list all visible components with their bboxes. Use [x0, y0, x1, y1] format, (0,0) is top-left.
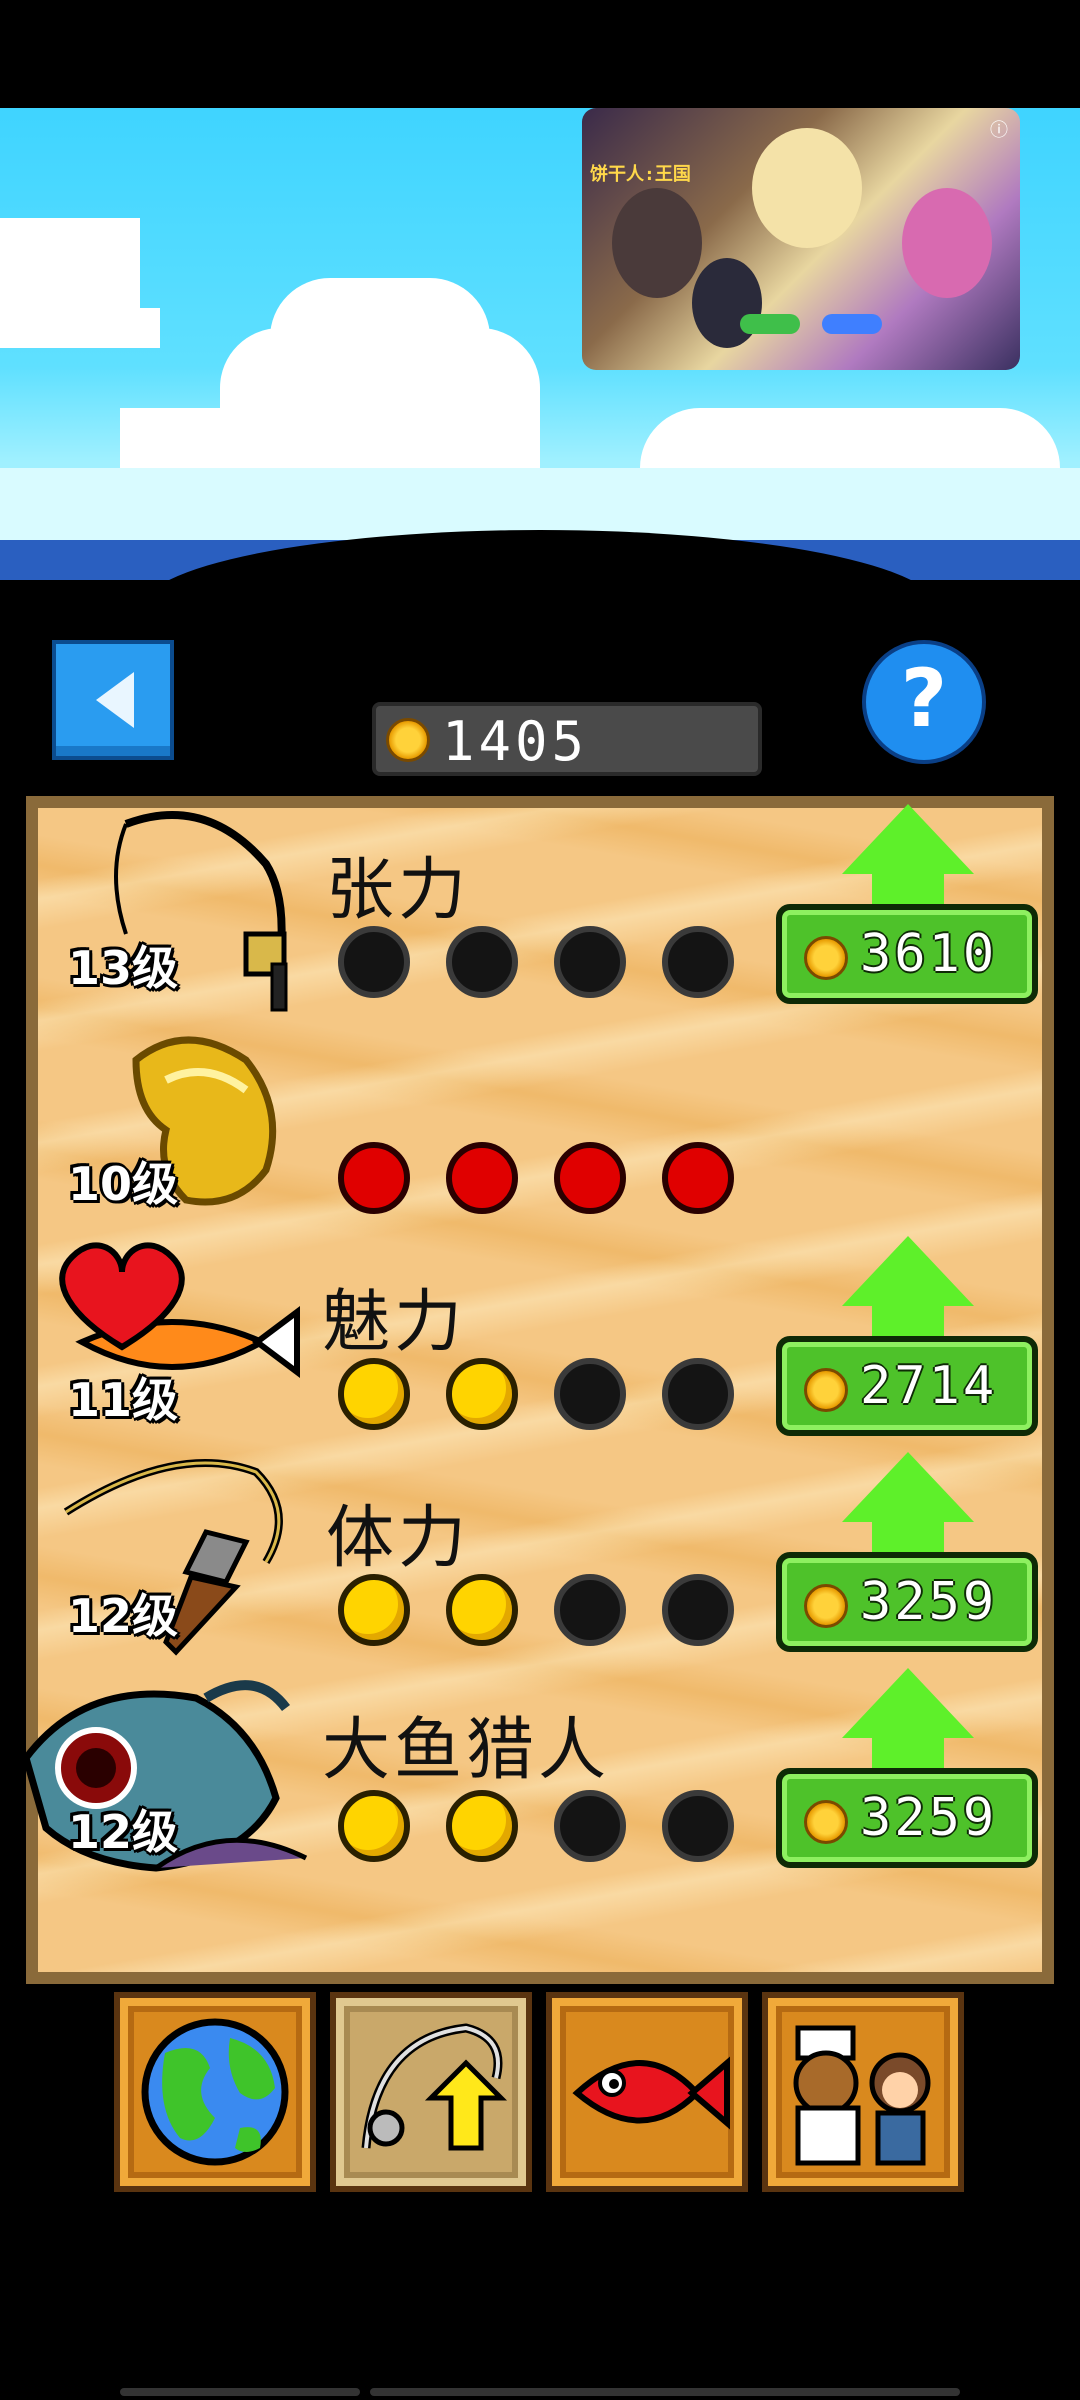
up-arrow-icon	[842, 1236, 974, 1306]
level-dot	[446, 1142, 518, 1214]
upgrade-row-big-fish-hunter: 12级 大鱼猎人 3259	[22, 1668, 1054, 1884]
red-fish-icon	[572, 2056, 730, 2130]
level-dot	[554, 1142, 626, 1214]
level-dot	[662, 1142, 734, 1214]
ad-button-left[interactable]	[740, 314, 800, 334]
question-icon: ?	[900, 652, 948, 745]
ad-title: 饼干人:王国	[590, 164, 691, 185]
coin-icon	[804, 1584, 848, 1628]
level-dot	[338, 1142, 410, 1214]
upgrade-button-tension[interactable]: 3610	[776, 804, 1038, 1014]
level-badge: 10级	[68, 1157, 179, 1211]
stat-label: 体力	[326, 1499, 471, 1578]
back-button[interactable]	[52, 640, 174, 760]
back-arrow-icon	[96, 672, 134, 728]
up-arrow-icon	[842, 1452, 974, 1522]
globe-icon	[141, 2018, 289, 2166]
up-arrow-icon	[842, 1668, 974, 1738]
ad-button-right[interactable]	[822, 314, 882, 334]
upgrade-row-stamina: 12级 体力 3259	[26, 1452, 1054, 1668]
level-badge: 11级	[68, 1373, 179, 1427]
stat-label: 魅力	[322, 1283, 467, 1362]
help-button[interactable]: ?	[862, 640, 986, 764]
ad-info-icon[interactable]: ⓘ	[990, 116, 1008, 142]
stat-label: 张力	[326, 851, 471, 930]
level-dot	[662, 926, 734, 998]
level-dot	[338, 1358, 410, 1430]
upgrade-row-tension: 13级 张力 3610	[26, 804, 1054, 1020]
nav-equipment-button[interactable]	[330, 1992, 532, 2192]
coin-count: 1405	[442, 710, 589, 773]
coin-icon	[804, 936, 848, 980]
rod-upgrade-icon	[361, 2023, 508, 2151]
level-dot	[554, 1358, 626, 1430]
level-dot	[662, 1790, 734, 1862]
nav-characters-button[interactable]	[762, 1992, 964, 2192]
level-dot	[554, 1790, 626, 1862]
ad-banner[interactable]: 饼干人:王国 ⓘ	[582, 108, 1020, 370]
upgrade-cost: 3259	[860, 1788, 998, 1848]
upgrade-cost-box: 3610	[776, 904, 1038, 1004]
level-dot	[338, 1574, 410, 1646]
nav-world-button[interactable]	[114, 1992, 316, 2192]
upgrade-panel: 13级 张力 3610 10级 11级 魅力 2714 12级 体力 3259 …	[22, 796, 1054, 1984]
upgrade-cost-box: 2714	[776, 1336, 1038, 1436]
level-dot	[446, 1358, 518, 1430]
level-badge: 13级	[68, 941, 179, 995]
upgrade-row-glove: 10级	[26, 1020, 1054, 1236]
coin-counter: 1405	[372, 702, 762, 776]
level-dot	[446, 926, 518, 998]
characters-icon	[793, 2025, 931, 2166]
gesture-bar	[370, 2388, 960, 2396]
coin-icon	[804, 1800, 848, 1844]
level-dot	[662, 1574, 734, 1646]
upgrade-button-big-fish-hunter[interactable]: 3259	[776, 1668, 1038, 1878]
upgrade-cost-box: 3259	[776, 1768, 1038, 1868]
upgrade-cost: 3259	[860, 1572, 998, 1632]
upgrade-cost: 3610	[860, 924, 998, 984]
upgrade-cost: 2714	[860, 1356, 998, 1416]
upgrade-cost-box: 3259	[776, 1552, 1038, 1652]
level-dot	[554, 926, 626, 998]
level-dot	[446, 1574, 518, 1646]
up-arrow-icon	[842, 804, 974, 874]
coin-icon	[386, 718, 430, 762]
upgrade-button-stamina[interactable]: 3259	[776, 1452, 1038, 1662]
gesture-bar	[120, 2388, 360, 2396]
level-dot	[338, 1790, 410, 1862]
level-badge: 12级	[68, 1805, 179, 1859]
upgrade-row-charm: 11级 魅力 2714	[26, 1236, 1054, 1452]
level-dot	[446, 1790, 518, 1862]
nav-fish-button[interactable]	[546, 1992, 748, 2192]
level-badge: 12级	[68, 1589, 179, 1643]
level-dot	[662, 1358, 734, 1430]
level-dot	[338, 926, 410, 998]
upgrade-button-charm[interactable]: 2714	[776, 1236, 1038, 1446]
stat-label: 大鱼猎人	[322, 1711, 611, 1790]
coin-icon	[804, 1368, 848, 1412]
level-dot	[554, 1574, 626, 1646]
